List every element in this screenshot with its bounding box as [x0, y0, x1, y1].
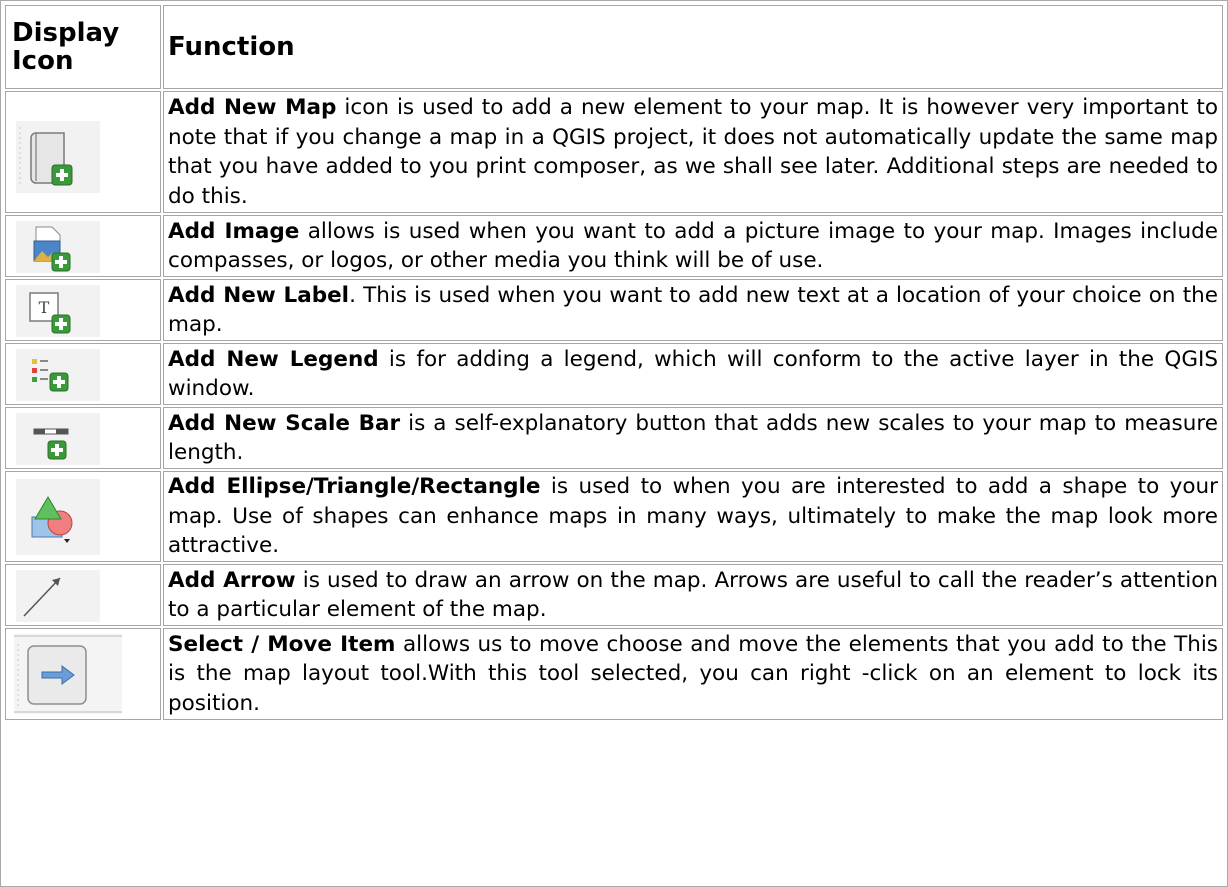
- add-image-icon: [10, 217, 156, 275]
- table-row: Add New Legend is for adding a legend, w…: [5, 343, 1223, 405]
- row-title: Add New Label: [168, 282, 350, 308]
- table-row: Add New Scale Bar is a self-explanatory …: [5, 407, 1223, 469]
- table-row: T Add New Label. This is used when you w…: [5, 279, 1223, 341]
- row-title: Add New Scale Bar: [168, 410, 401, 436]
- icon-cell: [5, 471, 161, 562]
- page: Display Icon Function Add New Map icon i…: [0, 0, 1228, 887]
- row-title: Add Image: [168, 218, 300, 244]
- row-title: Select / Move Item: [168, 631, 396, 657]
- row-title: Add Arrow: [168, 567, 296, 593]
- row-description: Add Ellipse/Triangle/Rectangle is used t…: [163, 471, 1223, 562]
- icon-cell: [5, 564, 161, 626]
- add-scale-bar-icon: [10, 409, 156, 467]
- row-title: Add New Legend: [168, 346, 379, 372]
- row-text: allows is used when you want to add a pi…: [168, 218, 1218, 274]
- header-display-icon: Display Icon: [5, 5, 161, 89]
- row-title: Add New Map: [168, 95, 337, 120]
- icon-cell: T: [5, 279, 161, 341]
- add-arrow-icon: [10, 566, 156, 624]
- icon-cell: [5, 407, 161, 469]
- add-legend-icon: [10, 345, 156, 403]
- svg-text:T: T: [39, 298, 50, 317]
- table-row: Add Ellipse/Triangle/Rectangle is used t…: [5, 471, 1223, 562]
- icon-cell: [5, 628, 161, 720]
- icon-cell: [5, 91, 161, 213]
- icon-cell: [5, 215, 161, 277]
- table-header-row: Display Icon Function: [5, 5, 1223, 89]
- table-row: Add Arrow is used to draw an arrow on th…: [5, 564, 1223, 626]
- add-label-icon: T: [10, 281, 156, 339]
- table-row: Add Image allows is used when you want t…: [5, 215, 1223, 277]
- table-row: Add New Map icon is used to add a new el…: [5, 91, 1223, 213]
- row-description: Add New Scale Bar is a self-explanatory …: [163, 407, 1223, 469]
- add-map-icon: [10, 93, 156, 211]
- icon-cell: [5, 343, 161, 405]
- row-description: Select / Move Item allows us to move cho…: [163, 628, 1223, 720]
- row-description: Add Arrow is used to draw an arrow on th…: [163, 564, 1223, 626]
- select-move-icon: [10, 630, 156, 718]
- table-row: Select / Move Item allows us to move cho…: [5, 628, 1223, 720]
- header-function: Function: [163, 5, 1223, 89]
- row-text: is used to draw an arrow on the map. Arr…: [168, 567, 1218, 623]
- row-description: Add New Map icon is used to add a new el…: [163, 91, 1223, 213]
- add-shape-icon: [10, 473, 156, 561]
- icon-function-table: Display Icon Function Add New Map icon i…: [3, 3, 1225, 722]
- row-title: Add Ellipse/Triangle/Rectangle: [168, 474, 541, 500]
- row-description: Add New Legend is for adding a legend, w…: [163, 343, 1223, 405]
- row-description: Add New Label. This is used when you wan…: [163, 279, 1223, 341]
- row-description: Add Image allows is used when you want t…: [163, 215, 1223, 277]
